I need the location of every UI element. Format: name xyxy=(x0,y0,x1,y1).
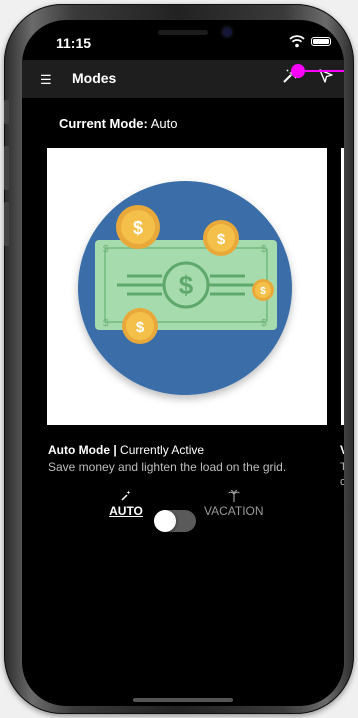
wifi-icon xyxy=(289,35,305,48)
palm-tree-icon xyxy=(204,489,264,504)
silent-switch xyxy=(4,100,9,124)
notch xyxy=(104,20,262,50)
page-title: Modes xyxy=(72,70,117,86)
home-indicator[interactable] xyxy=(133,698,233,702)
svg-text:$: $ xyxy=(103,244,109,255)
auto-label: AUTO xyxy=(109,504,143,518)
next-mode-title: V xyxy=(340,443,344,457)
next-mode-description-line: T xyxy=(340,461,344,473)
mode-toggle: AUTO VACATION xyxy=(106,489,286,532)
auto-option[interactable]: AUTO xyxy=(106,490,146,518)
svg-text:$: $ xyxy=(103,318,109,329)
volume-down-button xyxy=(4,202,9,246)
hamburger-icon[interactable]: ☰ xyxy=(40,72,52,88)
current-mode-value: Auto xyxy=(150,116,178,131)
magic-wand-icon xyxy=(106,490,146,504)
device-frame: 11:15 ☰ Modes Current Mode: Auto $ $ $ $… xyxy=(4,4,354,714)
coin-icon: $ xyxy=(252,279,274,301)
camera-icon xyxy=(222,27,232,37)
volume-up-button xyxy=(4,146,9,190)
svg-text:$: $ xyxy=(260,286,266,297)
svg-text:$: $ xyxy=(261,244,267,255)
auto-mode-card[interactable]: $ $ $ $ $ $ $ $ $ xyxy=(47,148,327,425)
svg-text:$: $ xyxy=(136,319,145,336)
current-mode-caption: Current Mode: xyxy=(59,116,148,131)
touch-indicator xyxy=(291,64,305,78)
svg-text:$: $ xyxy=(261,318,267,329)
money-illustration: $ $ $ $ $ $ $ $ $ xyxy=(78,181,292,395)
svg-text:$: $ xyxy=(179,270,194,300)
battery-icon xyxy=(311,37,331,46)
svg-text:$: $ xyxy=(133,218,143,238)
mode-name: Auto Mode | xyxy=(48,443,117,457)
switch-knob xyxy=(154,510,176,532)
vacation-mode-card[interactable] xyxy=(341,148,344,425)
next-mode-description-line: c xyxy=(340,476,344,488)
vacation-label: VACATION xyxy=(204,504,264,518)
dollar-bill: $ $ $ $ $ xyxy=(95,240,277,330)
coin-icon: $ xyxy=(116,205,160,249)
touch-trail xyxy=(305,70,344,72)
mode-status: Currently Active xyxy=(120,443,205,457)
mode-title: Auto Mode | Currently Active xyxy=(48,443,204,457)
status-time: 11:15 xyxy=(56,35,92,51)
screen: 11:15 ☰ Modes Current Mode: Auto $ $ $ $… xyxy=(22,20,344,706)
mode-switch[interactable] xyxy=(154,510,196,532)
svg-text:$: $ xyxy=(217,231,226,248)
speaker-grille xyxy=(158,30,208,35)
next-mode-description: T c xyxy=(340,460,344,490)
coin-icon: $ xyxy=(203,220,239,256)
current-mode-label: Current Mode: Auto xyxy=(59,116,178,131)
vacation-option[interactable]: VACATION xyxy=(204,489,264,518)
coin-icon: $ xyxy=(122,308,158,344)
mode-description: Save money and lighten the load on the g… xyxy=(48,460,287,474)
